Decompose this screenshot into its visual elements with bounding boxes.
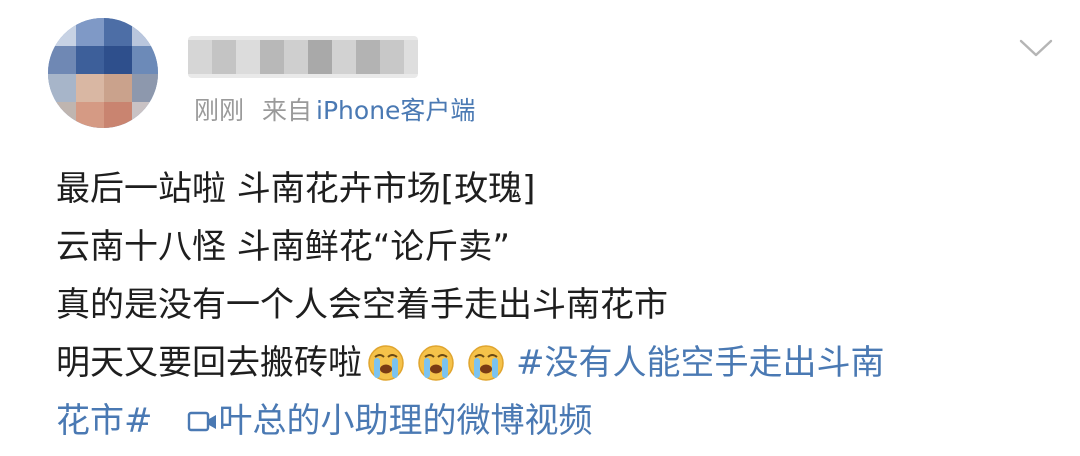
crying-face-emoji xyxy=(468,345,504,381)
content-line-1: 最后一站啦 斗南花卉市场[玫瑰] xyxy=(56,169,536,209)
content-line-5: 花市# 叶总的小助理的微博视频 xyxy=(56,392,1056,450)
video-link[interactable]: 叶总的小助理的微博视频 xyxy=(219,401,593,441)
chevron-down-icon[interactable] xyxy=(1018,36,1054,60)
post-meta: 刚刚 来自 iPhone客户端 xyxy=(194,94,475,128)
crying-face-emoji xyxy=(368,345,404,381)
avatar[interactable] xyxy=(48,18,158,128)
post-content: 最后一站啦 斗南花卉市场[玫瑰] 云南十八怪 斗南鲜花“论斤卖” 真的是没有一个… xyxy=(56,160,1056,450)
source-link[interactable]: iPhone客户端 xyxy=(316,96,475,125)
content-line-4-text: 明天又要回去搬砖啦 xyxy=(56,343,362,383)
content-line-4: 明天又要回去搬砖啦 #没有人能空手走出斗南 xyxy=(56,334,1056,392)
avatar-image xyxy=(48,18,158,128)
source-prefix: 来自 xyxy=(262,96,313,125)
video-icon[interactable] xyxy=(187,410,217,434)
crying-face-emoji xyxy=(418,345,454,381)
hashtag-link-end[interactable]: 花市# xyxy=(56,401,153,441)
hashtag-link[interactable]: #没有人能空手走出斗南 xyxy=(516,343,885,383)
post-time: 刚刚 xyxy=(194,96,245,125)
content-line-2: 云南十八怪 斗南鲜花“论斤卖” xyxy=(56,227,511,267)
blurred-username-image xyxy=(188,36,418,78)
weibo-post: 刚刚 来自 iPhone客户端 最后一站啦 斗南花卉市场[玫瑰] 云南十八怪 斗南鲜… xyxy=(0,0,1080,456)
content-line-3: 真的是没有一个人会空着手走出斗南花市 xyxy=(56,285,668,325)
username-blurred[interactable] xyxy=(188,36,418,78)
